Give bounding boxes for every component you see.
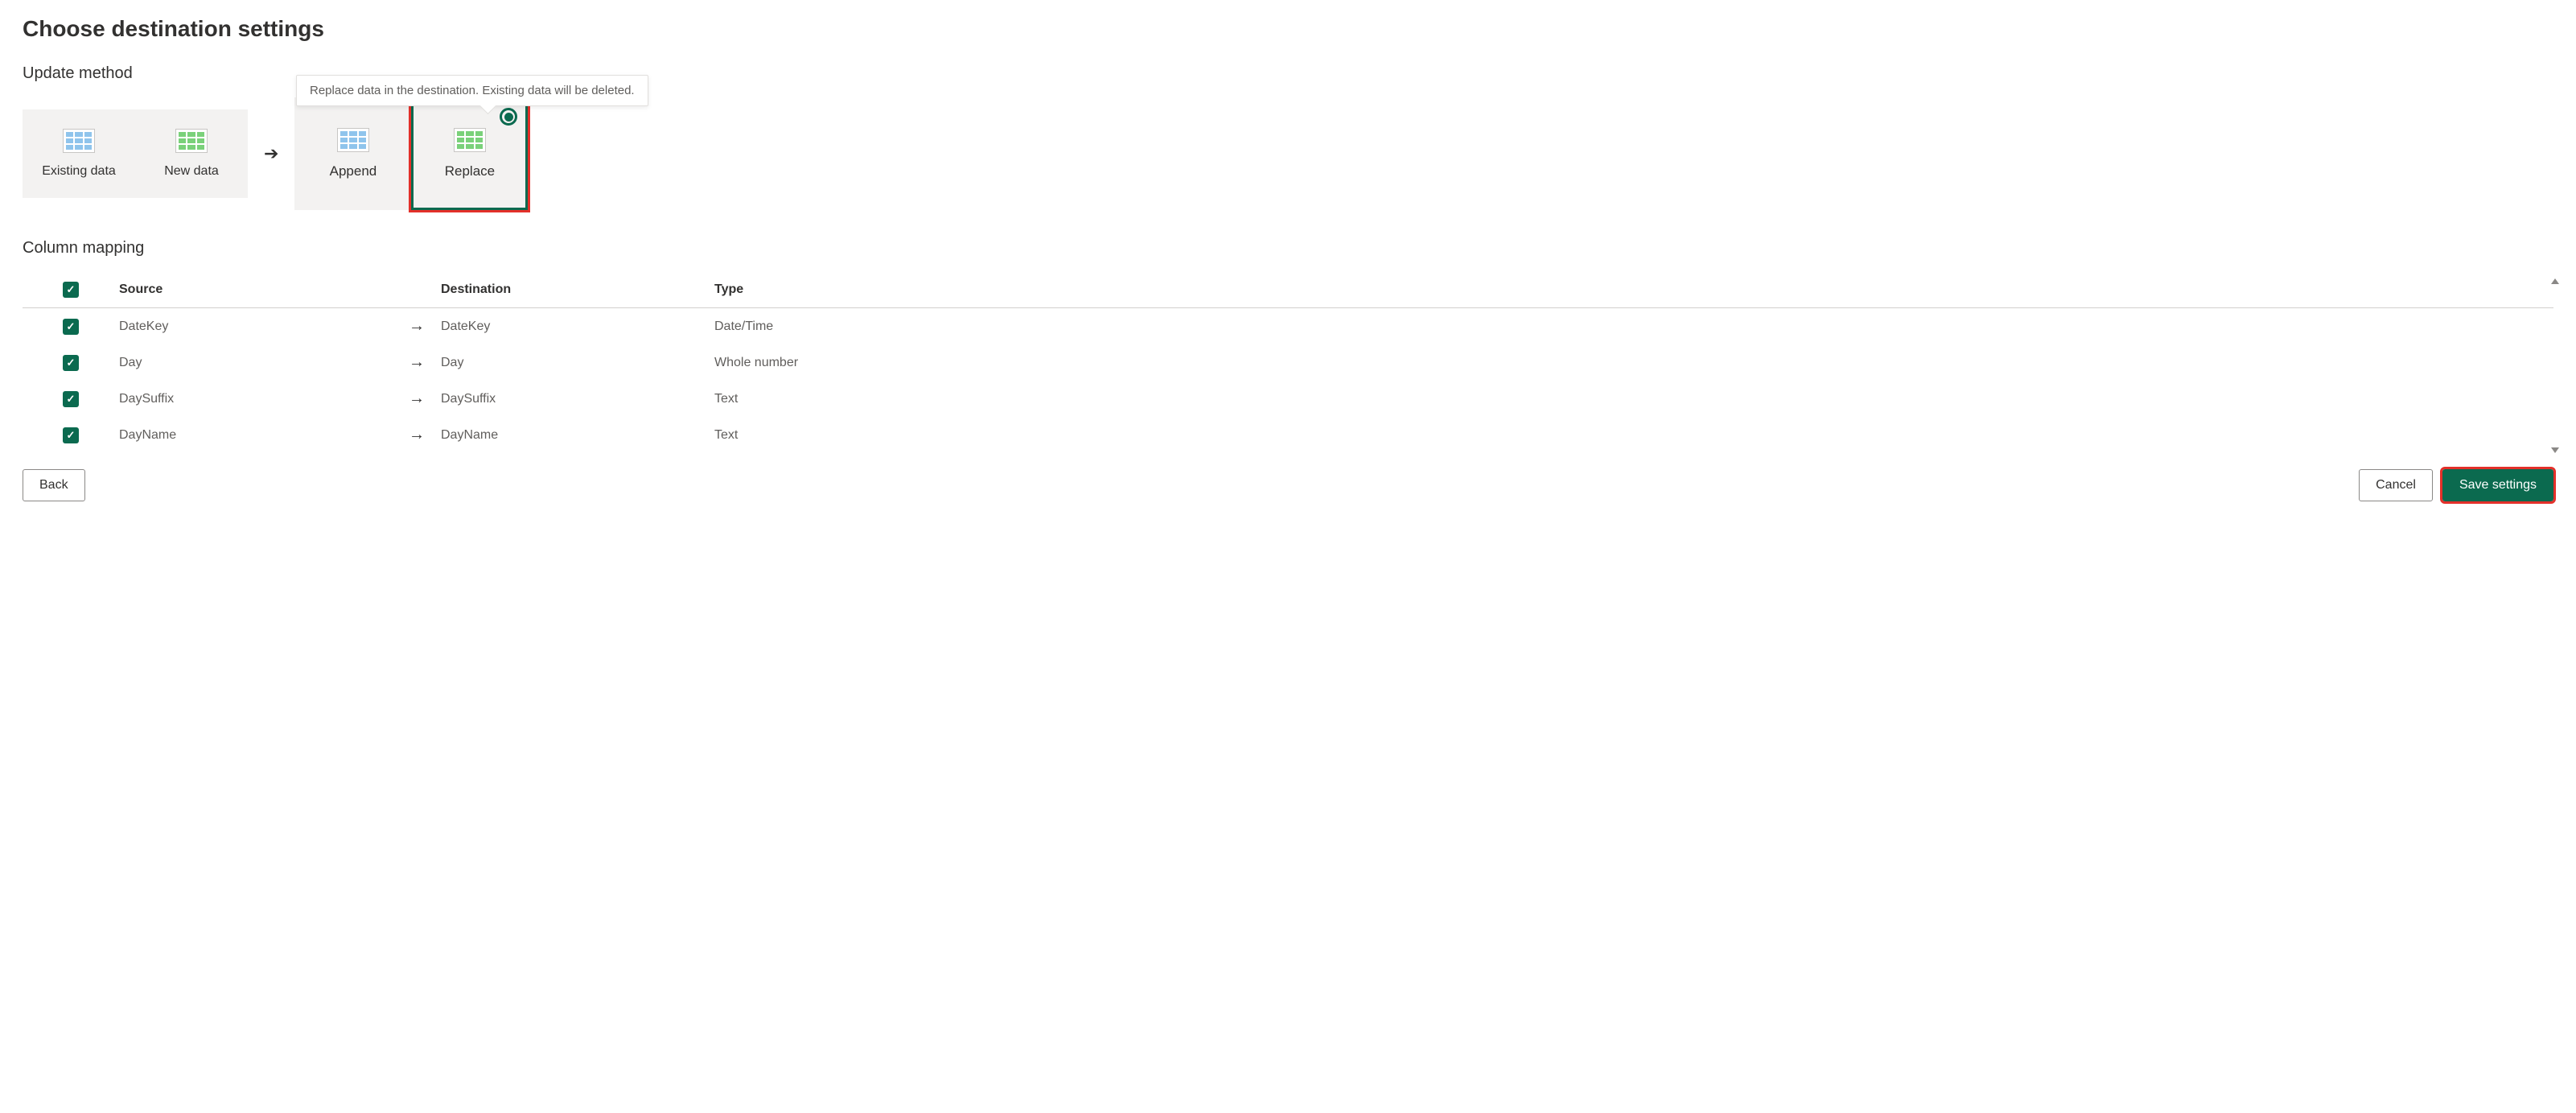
table-row: Day → Day Whole number — [23, 344, 2553, 381]
update-method-row: Existing data New data ➔ Append Replace — [23, 97, 2553, 210]
arrow-right-icon: → — [409, 426, 425, 444]
existing-data-label: Existing data — [42, 164, 116, 179]
source-cell: Day — [119, 356, 393, 370]
append-option[interactable]: Append — [294, 97, 411, 210]
back-button[interactable]: Back — [23, 469, 85, 501]
checkbox-row[interactable] — [63, 355, 79, 371]
destination-cell: Day — [441, 356, 714, 370]
replace-label: Replace — [445, 163, 495, 179]
scroll-down-icon[interactable] — [2551, 447, 2559, 453]
table-row: DateKey → DateKey Date/Time — [23, 308, 2553, 344]
type-cell: Text — [714, 428, 2553, 443]
checkbox-row[interactable] — [63, 319, 79, 335]
header-source: Source — [119, 282, 393, 297]
arrow-right-icon: → — [409, 353, 425, 372]
table-header: Source Destination Type — [23, 272, 2553, 308]
mapping-table: Source Destination Type DateKey → DateKe… — [23, 272, 2553, 453]
method-options: Append Replace — [294, 97, 528, 210]
footer: Back Cancel Save settings — [23, 469, 2553, 501]
new-data-tile: New data — [135, 124, 248, 183]
data-preview-group: Existing data New data — [23, 109, 248, 198]
header-type: Type — [714, 282, 2553, 297]
destination-cell: DateKey — [441, 319, 714, 334]
scrollbar[interactable] — [2551, 278, 2557, 453]
scroll-up-icon[interactable] — [2551, 278, 2559, 284]
arrow-right-icon: → — [409, 317, 425, 336]
cancel-button[interactable]: Cancel — [2359, 469, 2433, 501]
header-destination: Destination — [441, 282, 714, 297]
source-cell: DateKey — [119, 319, 393, 334]
save-settings-button[interactable]: Save settings — [2442, 469, 2553, 501]
checkbox-row[interactable] — [63, 391, 79, 407]
table-row: DaySuffix → DaySuffix Text — [23, 381, 2553, 417]
table-blue-icon — [63, 129, 95, 153]
type-cell: Whole number — [714, 356, 2553, 370]
checkbox-all[interactable] — [63, 282, 79, 298]
existing-data-tile: Existing data — [23, 124, 135, 183]
arrow-right-icon: ➔ — [264, 143, 278, 164]
arrow-right-icon: → — [409, 390, 425, 408]
replace-option[interactable]: Replace — [411, 97, 528, 210]
append-label: Append — [330, 163, 377, 179]
destination-cell: DaySuffix — [441, 392, 714, 406]
checkbox-row[interactable] — [63, 427, 79, 443]
type-cell: Date/Time — [714, 319, 2553, 334]
type-cell: Text — [714, 392, 2553, 406]
column-mapping-label: Column mapping — [23, 239, 2553, 258]
destination-cell: DayName — [441, 428, 714, 443]
table-blue-icon — [337, 128, 369, 152]
table-green-icon — [454, 128, 486, 152]
radio-selected-icon — [500, 108, 517, 126]
page-title: Choose destination settings — [23, 16, 2553, 42]
source-cell: DayName — [119, 428, 393, 443]
new-data-label: New data — [164, 164, 219, 179]
source-cell: DaySuffix — [119, 392, 393, 406]
table-green-icon — [175, 129, 208, 153]
replace-tooltip: Replace data in the destination. Existin… — [296, 75, 648, 106]
table-row: DayName → DayName Text — [23, 417, 2553, 453]
